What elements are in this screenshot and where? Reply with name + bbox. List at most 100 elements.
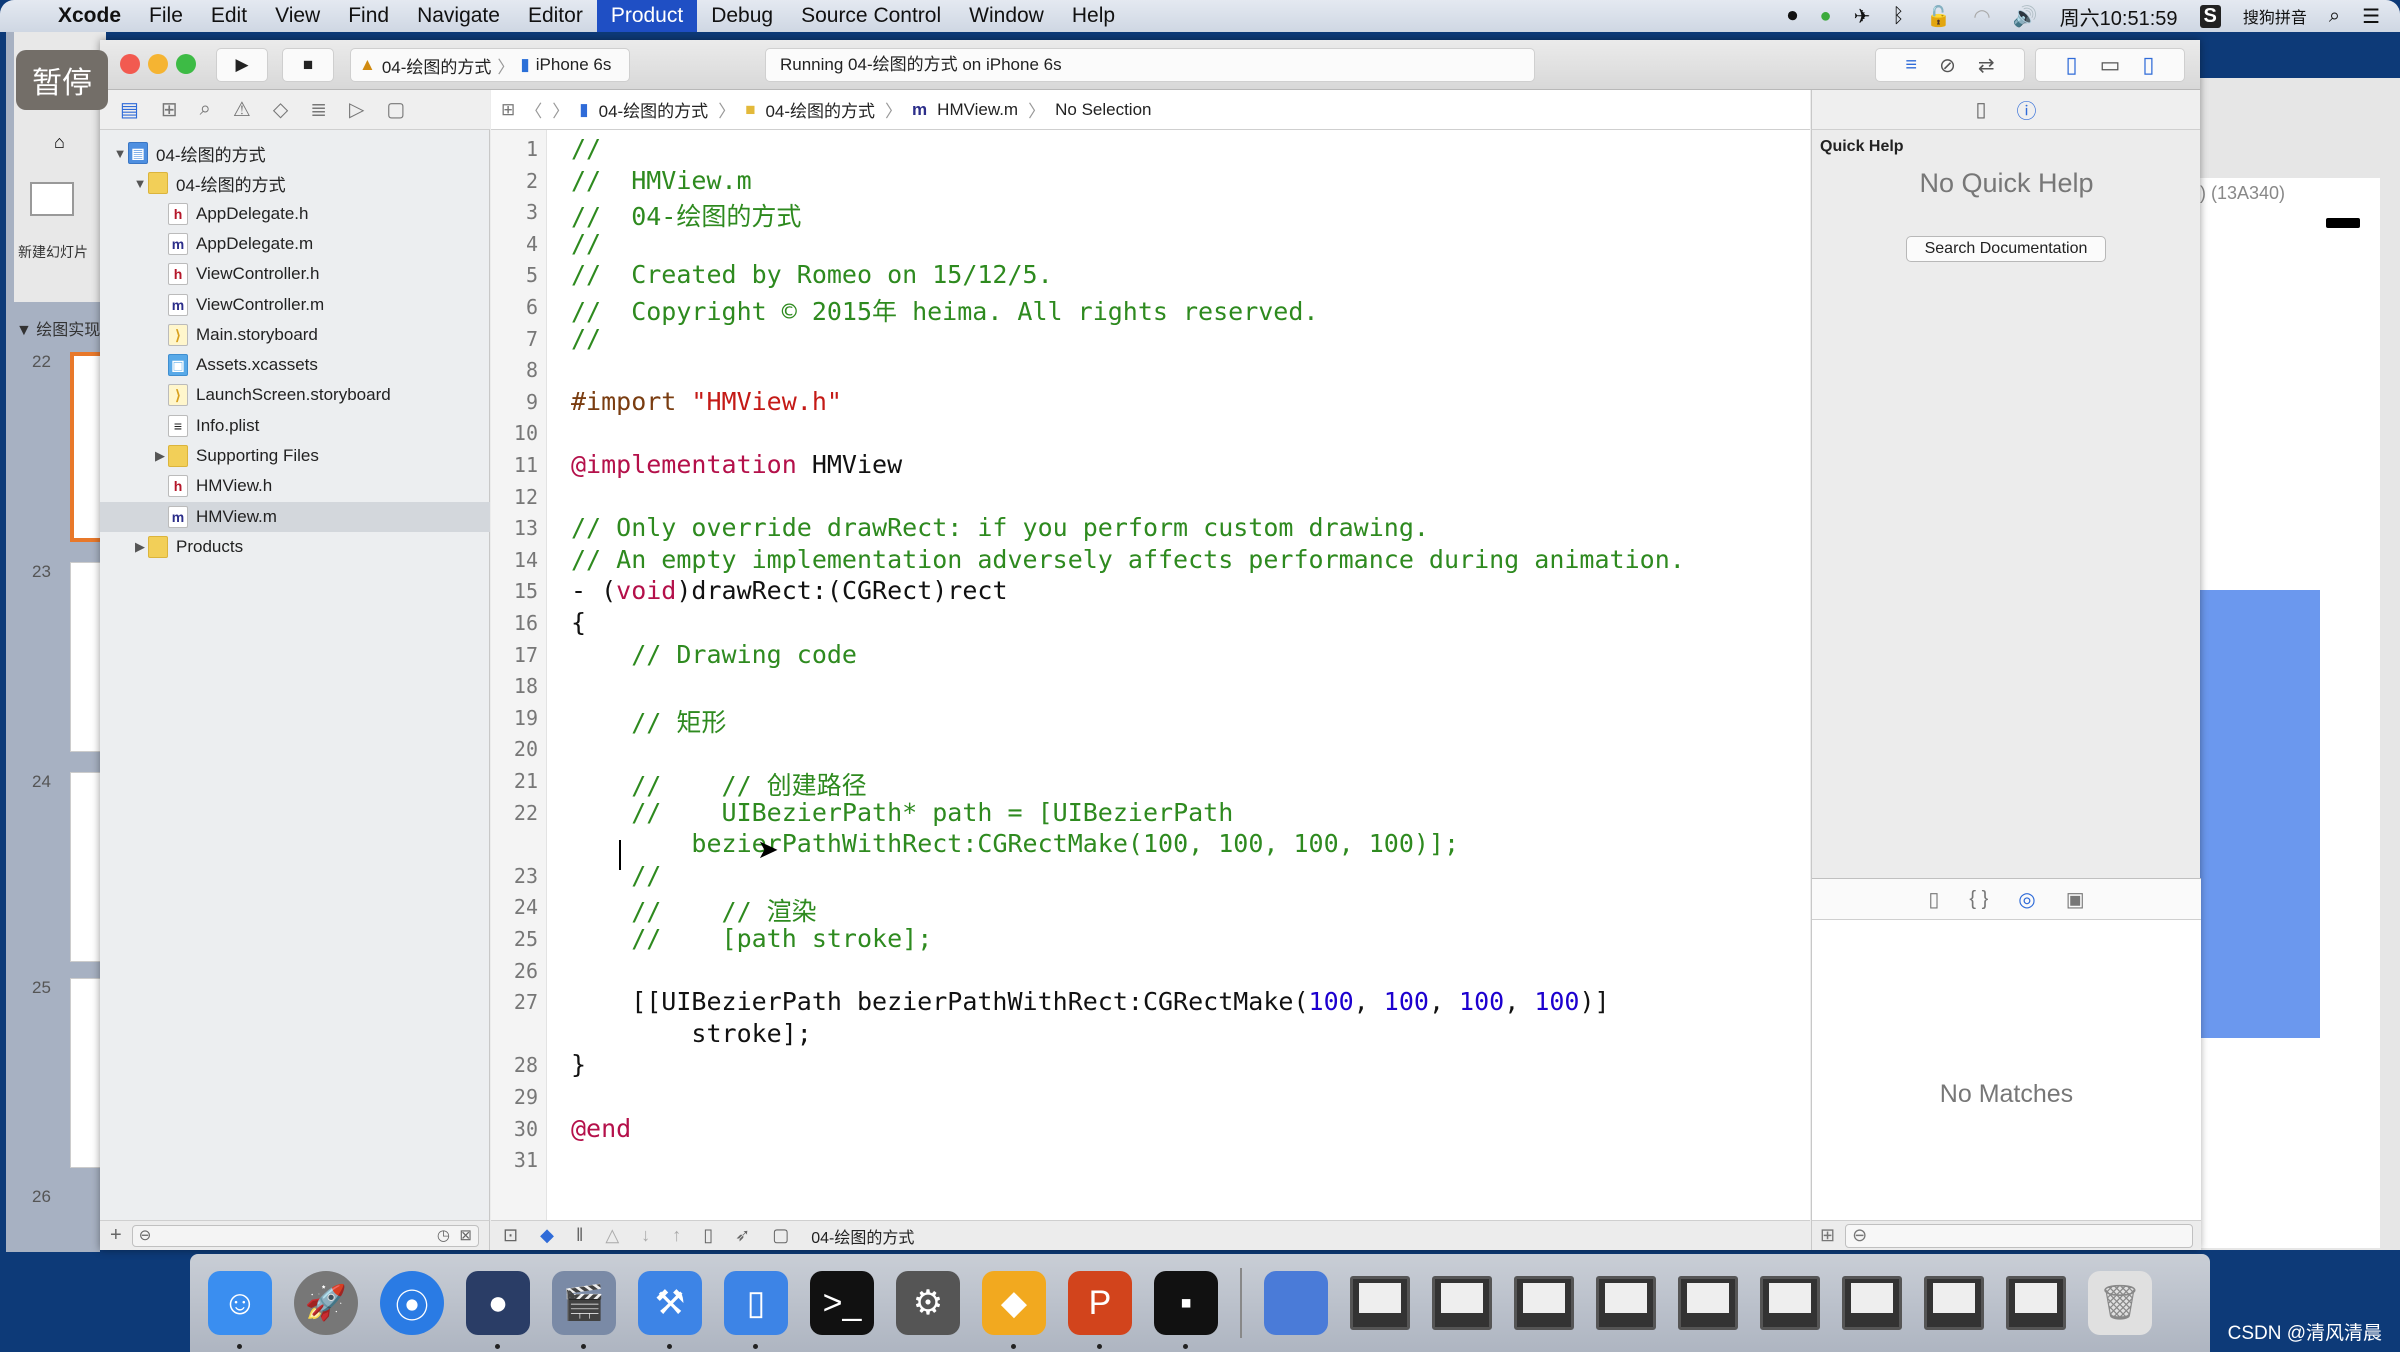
- assistant-editor-icon[interactable]: ⊘: [1939, 53, 1956, 78]
- navigator-item[interactable]: ⟩ LaunchScreen.storyboard: [100, 380, 490, 410]
- disclosure-closed-icon[interactable]: ▶: [152, 448, 168, 464]
- code-line[interactable]: // [path stroke];: [571, 924, 932, 953]
- navigator-item[interactable]: ▼ 04-绘图的方式: [100, 168, 490, 198]
- project-navigator-icon[interactable]: ▤: [120, 97, 139, 122]
- code-line[interactable]: // Created by Romeo on 15/12/5.: [571, 260, 1053, 289]
- grid-view-icon[interactable]: ⊞: [1820, 1225, 1835, 1246]
- media-library-icon[interactable]: ▣: [2066, 887, 2085, 912]
- editor-mode-segment[interactable]: ≡ ⊘ ⇄: [1875, 48, 2025, 82]
- dock-console-icon[interactable]: ▪: [1154, 1271, 1218, 1349]
- dock-safari-icon[interactable]: ⦿: [380, 1271, 444, 1335]
- standard-editor-icon[interactable]: ≡: [1905, 54, 1917, 77]
- dock-minimized-window[interactable]: [1842, 1276, 1902, 1330]
- code-line[interactable]: [[UIBezierPath bezierPathWithRect:CGRect…: [571, 987, 1609, 1016]
- code-line[interactable]: // 矩形: [571, 703, 726, 739]
- dock-sketch-icon[interactable]: ◆: [982, 1271, 1046, 1349]
- dock-simulator-icon[interactable]: ▯: [724, 1271, 788, 1349]
- debug-target-label[interactable]: 04-绘图的方式: [811, 1224, 914, 1248]
- code-line[interactable]: //: [571, 134, 601, 163]
- navigator-item[interactable]: ⟩ Main.storyboard: [100, 320, 490, 350]
- issue-navigator-icon[interactable]: ⚠: [233, 97, 251, 122]
- jump-crumb[interactable]: No Selection: [1055, 100, 1151, 120]
- related-items-icon[interactable]: ⊞: [501, 100, 515, 120]
- menu-view[interactable]: View: [261, 0, 334, 32]
- code-line[interactable]: {: [571, 608, 586, 637]
- pause-icon[interactable]: ‖: [576, 1225, 583, 1246]
- code-line[interactable]: // // 渲染: [571, 892, 816, 928]
- menu-find[interactable]: Find: [334, 0, 403, 32]
- menu-product[interactable]: Product: [596, 0, 698, 32]
- code-line[interactable]: @end: [571, 1114, 631, 1143]
- code-line[interactable]: // HMView.m: [571, 166, 752, 195]
- stop-button[interactable]: ■: [282, 48, 334, 82]
- add-icon[interactable]: +: [110, 1224, 122, 1247]
- code-line[interactable]: // // 创建路径: [571, 766, 866, 802]
- apple-menu-icon[interactable]: [0, 0, 44, 32]
- navigator-item[interactable]: h HMView.h: [100, 471, 490, 501]
- navigator-filter-input[interactable]: ⊖ ◷ ⊠: [131, 1224, 479, 1247]
- airplane-icon[interactable]: ✈: [1854, 4, 1871, 29]
- report-navigator-icon[interactable]: ▢: [386, 97, 405, 122]
- screen-record-icon[interactable]: ⏺: [1788, 5, 1798, 28]
- file-inspector-icon[interactable]: ▯: [1975, 97, 1986, 122]
- library-filter-input[interactable]: ⊖: [1845, 1223, 2193, 1248]
- recent-files-icon[interactable]: ◷: [437, 1226, 450, 1244]
- menu-help[interactable]: Help: [1058, 0, 1129, 32]
- search-documentation-button[interactable]: Search Documentation: [1906, 236, 2106, 262]
- jump-crumb[interactable]: 04-绘图的方式: [765, 97, 875, 122]
- view-debugger-icon[interactable]: ▯: [703, 1225, 713, 1246]
- dock-trash-icon[interactable]: 🗑: [2088, 1271, 2152, 1335]
- dock-minimized-window[interactable]: [1924, 1276, 1984, 1330]
- navigator-item[interactable]: h AppDelegate.h: [100, 199, 490, 229]
- simulator-screen[interactable]: [2200, 208, 2380, 1248]
- menu-navigate[interactable]: Navigate: [403, 0, 514, 32]
- view-toggle-segment[interactable]: ▯ ▭ ▯: [2035, 48, 2185, 82]
- input-method-icon[interactable]: S: [2199, 4, 2221, 28]
- dock-system-preferences-icon[interactable]: ⚙: [896, 1271, 960, 1335]
- wifi-icon[interactable]: ◠: [1973, 4, 1990, 29]
- dock-finder-icon[interactable]: ☺: [208, 1271, 272, 1349]
- line-number-gutter[interactable]: 1 2 3 4 5 6 7 8 9 10 11 12 13 14 15 16 17 18 19 20 21 22 23 24 2…: [491, 130, 547, 1220]
- menu-file[interactable]: File: [135, 0, 197, 32]
- volume-icon[interactable]: 🔊: [2013, 4, 2038, 29]
- navigator-item[interactable]: ≡ Info.plist: [100, 411, 490, 441]
- navigator-item[interactable]: ▶ Supporting Files: [100, 441, 490, 471]
- input-method-label[interactable]: 搜狗拼音: [2243, 4, 2307, 28]
- source-editor[interactable]: 1 2 3 4 5 6 7 8 9 10 11 12 13 14 15 16 17 18 19 20 21 22 23 24 2…: [491, 130, 1810, 1220]
- code-line[interactable]: // Drawing code: [571, 640, 857, 669]
- dock-minimized-window[interactable]: [1596, 1276, 1656, 1330]
- lock-icon[interactable]: 🔓: [1926, 4, 1951, 29]
- quick-help-icon[interactable]: ⓘ: [2017, 95, 2037, 124]
- minimize-button[interactable]: [148, 54, 168, 74]
- code-line[interactable]: // An empty implementation adversely aff…: [571, 545, 1685, 574]
- code-line[interactable]: //: [571, 861, 661, 890]
- clock[interactable]: 周六10:51:59: [2060, 2, 2178, 31]
- toggle-navigator-icon[interactable]: ▯: [2065, 52, 2077, 78]
- new-slide-icon[interactable]: [30, 182, 74, 216]
- step-over-icon[interactable]: △: [605, 1225, 619, 1246]
- back-button[interactable]: 〈: [525, 97, 542, 122]
- navigator-item[interactable]: ▣ Assets.xcassets: [100, 350, 490, 380]
- code-line[interactable]: bezierPathWithRect:CGRectMake(100, 100, …: [571, 829, 1459, 858]
- dock-launchpad-icon[interactable]: 🚀: [294, 1271, 358, 1335]
- breakpoint-navigator-icon[interactable]: ▷: [349, 97, 364, 122]
- toggle-debug-area-icon[interactable]: ▭: [2100, 52, 2121, 78]
- code-line[interactable]: // Only override drawRect: if you perfor…: [571, 513, 1429, 542]
- menu-editor[interactable]: Editor: [514, 0, 597, 32]
- menu-debug[interactable]: Debug: [697, 0, 787, 32]
- dock-minimized-window[interactable]: [2006, 1276, 2066, 1330]
- dock-minimized-window[interactable]: [1432, 1276, 1492, 1330]
- navigator-item[interactable]: ▼ ▤ 04-绘图的方式: [100, 138, 490, 168]
- scheme-selector[interactable]: ▲ 04-绘图的方式 〉 ▮ iPhone 6s: [350, 48, 630, 82]
- menu-xcode[interactable]: Xcode: [44, 0, 135, 32]
- dock-minimized-window[interactable]: [1678, 1276, 1738, 1330]
- navigator-item[interactable]: m ViewController.m: [100, 290, 490, 320]
- zoom-button[interactable]: [176, 54, 196, 74]
- step-into-icon[interactable]: ↓: [641, 1225, 650, 1246]
- code-line[interactable]: - (void)drawRect:(CGRect)rect: [571, 576, 1008, 605]
- code-line[interactable]: @implementation HMView: [571, 450, 902, 479]
- disclosure-open-icon[interactable]: ▼: [112, 146, 128, 161]
- disclosure-closed-icon[interactable]: ▶: [132, 539, 148, 555]
- symbol-navigator-icon[interactable]: ⊞: [161, 97, 178, 122]
- code-line[interactable]: }: [571, 1050, 586, 1079]
